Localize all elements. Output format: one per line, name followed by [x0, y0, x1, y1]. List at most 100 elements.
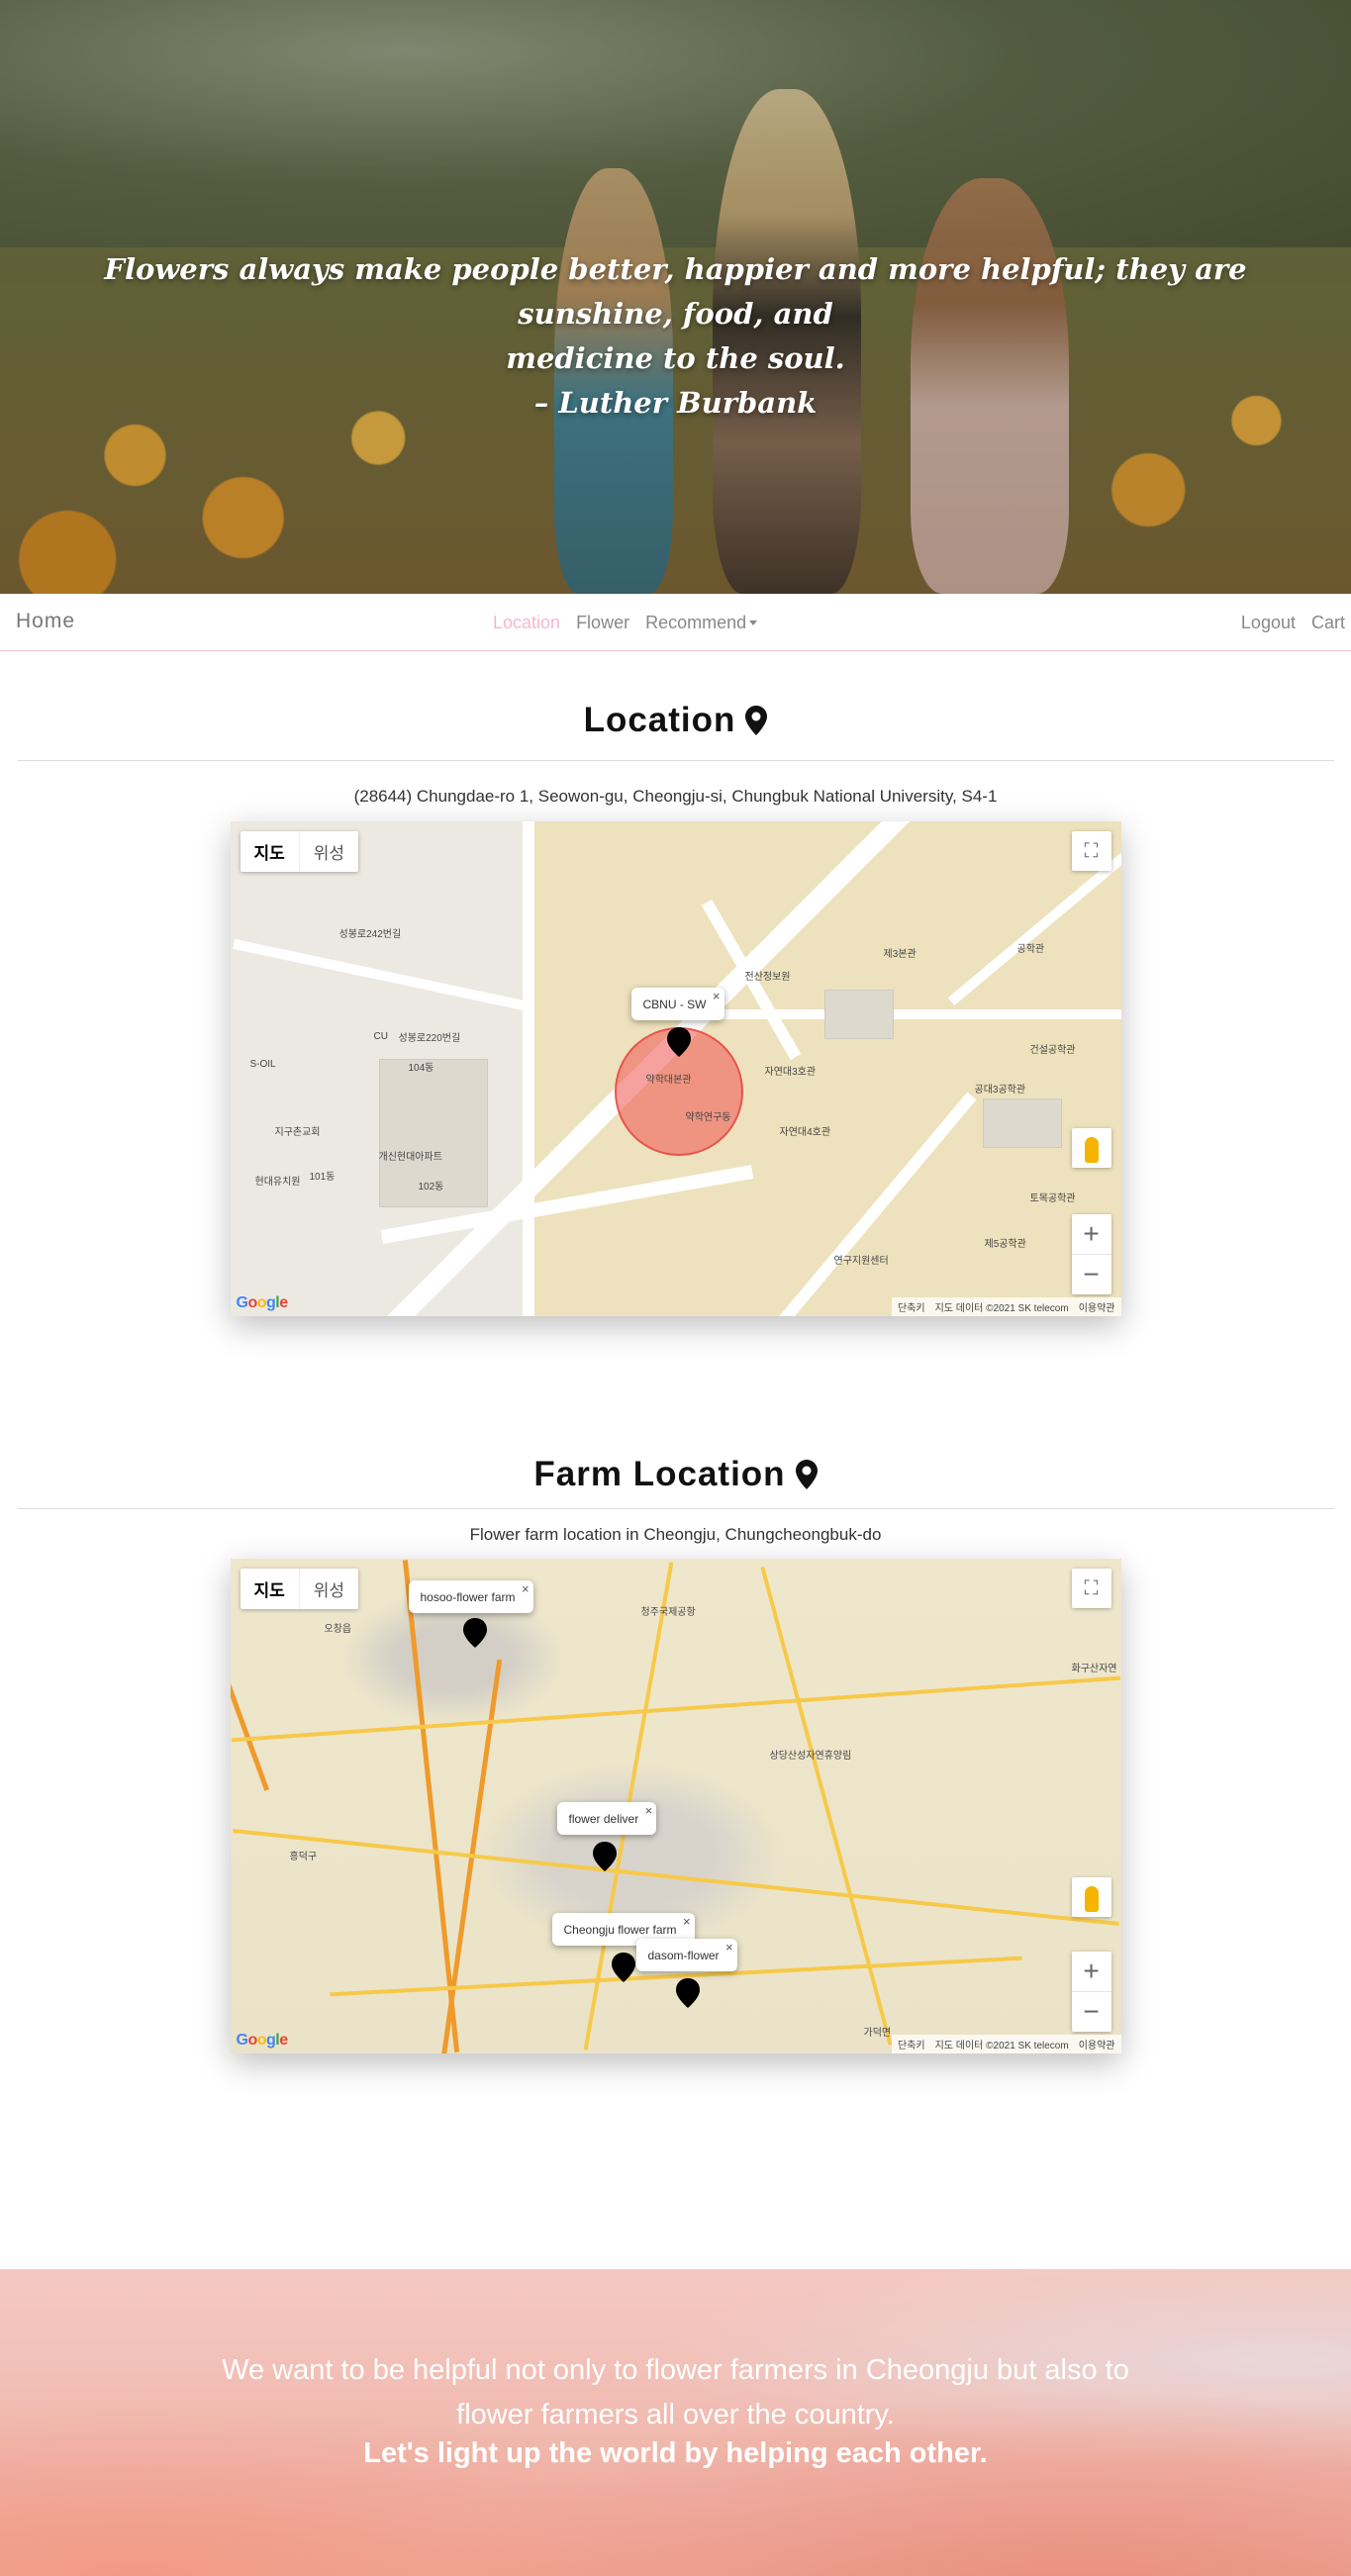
map-label: 지구촌교회 [274, 1127, 321, 1138]
map-label: 흥덕구 [289, 1852, 318, 1862]
google-logo: Google [236, 1294, 289, 1311]
info-window-label: hosoo-flower farm [420, 1590, 516, 1604]
zoom-control: + − [1071, 1214, 1111, 1294]
attribution-terms[interactable]: 이용약관 [1079, 2037, 1115, 2051]
map-label: 오창읍 [324, 1624, 352, 1635]
map-label: 가덕면 [863, 2028, 892, 2039]
map-label: 현대유치원 [254, 1177, 301, 1188]
nav-right-menu: Logout Cart [1241, 613, 1345, 633]
map-label: 제3본관 [883, 949, 917, 960]
footer-line1: We want to be helpful not only to flower… [222, 2354, 1129, 2386]
location-section-title: Location [0, 701, 1351, 740]
attribution-terms[interactable]: 이용약관 [1079, 1299, 1115, 1314]
nav-brand-home[interactable]: Home [16, 610, 75, 633]
nav-item-recommend-label: Recommend [645, 613, 747, 632]
fullscreen-icon[interactable]: ⛶ [1071, 831, 1111, 871]
map-label: 건설공학관 [1029, 1045, 1076, 1056]
map-label: 개신현대아파트 [378, 1152, 442, 1163]
fullscreen-icon[interactable]: ⛶ [1071, 1569, 1111, 1608]
info-window-label: flower deliver [568, 1812, 639, 1826]
info-window-label: Cheongju flower farm [563, 1923, 677, 1937]
map-marker-icon[interactable] [666, 1027, 691, 1057]
map-info-window[interactable]: CBNU - SW × [630, 988, 724, 1020]
close-icon[interactable]: × [645, 1803, 653, 1818]
map-marker-icon[interactable] [462, 1618, 487, 1648]
google-logo: Google [236, 2032, 289, 2049]
nav-item-logout[interactable]: Logout [1241, 613, 1296, 633]
close-icon[interactable]: × [713, 989, 721, 1003]
map-label: 성봉로220번길 [398, 1033, 461, 1044]
map-type-map-button[interactable]: 지도 [241, 831, 299, 872]
info-window-label: dasom-flower [647, 1949, 720, 1962]
map-label: 청주국제공항 [640, 1607, 696, 1618]
attribution-shortcuts[interactable]: 단축키 [898, 2037, 925, 2051]
hero-quote-line1: Flowers always make people better, happi… [104, 252, 1247, 331]
map-road [759, 1567, 893, 2046]
close-icon[interactable]: × [725, 1940, 733, 1955]
farm-title-text: Farm Location [533, 1455, 786, 1493]
attribution-data: 지도 데이터 ©2021 SK telecom [934, 1303, 1069, 1314]
map-type-control: 지도 위성 [240, 1569, 359, 1609]
street-view-pegman-icon[interactable] [1071, 1128, 1111, 1168]
close-icon[interactable]: × [683, 1914, 691, 1929]
map-label: 전산정보원 [744, 972, 791, 983]
map-label: 자연대4호관 [779, 1127, 831, 1138]
nav-item-location[interactable]: Location [493, 613, 560, 633]
zoom-out-button[interactable]: − [1071, 1254, 1111, 1293]
nav-item-flower[interactable]: Flower [576, 613, 629, 633]
map-road [232, 938, 526, 1011]
map-label: 자연대3호관 [764, 1067, 817, 1078]
map-label: CU [373, 1031, 388, 1042]
map-highway [402, 1560, 459, 2052]
map-type-map-button[interactable]: 지도 [241, 1569, 299, 1609]
farm-subtitle: Flower farm location in Cheongju, Chungc… [469, 1525, 882, 1544]
map-marker-icon[interactable] [611, 1953, 635, 1982]
location-map[interactable]: 성봉로242번길 성봉로220번길 104동 102동 101동 개신현대아파트… [230, 821, 1121, 1316]
map-attribution: 단축키 지도 데이터 ©2021 SK telecom 이용약관 [891, 1297, 1121, 1316]
map-attribution: 단축키 지도 데이터 ©2021 SK telecom 이용약관 [891, 2035, 1121, 2053]
map-pin-icon [745, 706, 768, 735]
zoom-in-button[interactable]: + [1072, 1214, 1111, 1254]
location-address: (28644) Chungdae-ro 1, Seowon-gu, Cheong… [353, 787, 998, 806]
zoom-in-button[interactable]: + [1072, 1952, 1111, 1991]
map-info-window[interactable]: flower deliver × [556, 1802, 657, 1835]
map-label: 제5공학관 [984, 1239, 1026, 1250]
map-type-satellite-button[interactable]: 위성 [298, 1569, 358, 1609]
attribution-data: 지도 데이터 ©2021 SK telecom [934, 2041, 1069, 2051]
map-road [232, 1828, 1119, 1927]
hero-quote-line2: medicine to the soul. [506, 341, 845, 375]
map-label: 성봉로242번길 [338, 929, 402, 940]
map-marker-icon[interactable] [592, 1842, 617, 1871]
map-building [823, 990, 894, 1039]
map-label: 104동 [408, 1063, 434, 1074]
street-view-pegman-icon[interactable] [1071, 1877, 1111, 1917]
map-type-control: 지도 위성 [240, 831, 359, 872]
info-window-label: CBNU - SW [642, 998, 707, 1011]
zoom-out-button[interactable]: − [1071, 1991, 1111, 2031]
nav-item-recommend[interactable]: Recommend [645, 613, 758, 633]
caret-down-icon [749, 620, 758, 625]
map-label: 상당산성자연휴양림 [769, 1751, 852, 1762]
map-label: 101동 [309, 1172, 336, 1183]
map-road [522, 821, 534, 1316]
attribution-shortcuts[interactable]: 단축키 [898, 1299, 925, 1314]
footer-banner: We want to be helpful not only to flower… [0, 2269, 1351, 2576]
map-marker-icon[interactable] [675, 1978, 700, 2008]
map-type-satellite-button[interactable]: 위성 [298, 831, 358, 872]
farm-section-title: Farm Location [0, 1455, 1351, 1494]
map-label: 토목공학관 [1029, 1193, 1076, 1204]
map-label: 102동 [418, 1182, 444, 1193]
map-label: 약학대본관 [645, 1075, 692, 1086]
map-info-window[interactable]: hosoo-flower farm × [408, 1580, 533, 1613]
map-label: 공대3공학관 [974, 1085, 1026, 1096]
map-label: 화구산자연 [1071, 1664, 1117, 1674]
farm-map[interactable]: 청주국제공항 상당산성자연휴양림 흥덕구 오창읍 가덕면 화구산자연 hosoo… [230, 1559, 1121, 2053]
nav-center-menu: Location Flower Recommend [493, 613, 758, 633]
nav-item-cart[interactable]: Cart [1311, 613, 1345, 633]
close-icon[interactable]: × [522, 1581, 530, 1596]
navbar: Home Location Flower Recommend Logout Ca… [0, 594, 1351, 651]
map-label: 공학관 [1016, 944, 1045, 955]
map-pin-icon [795, 1460, 818, 1489]
hero-quote: Flowers always make people better, happi… [59, 247, 1292, 426]
map-info-window[interactable]: dasom-flower × [635, 1939, 737, 1971]
